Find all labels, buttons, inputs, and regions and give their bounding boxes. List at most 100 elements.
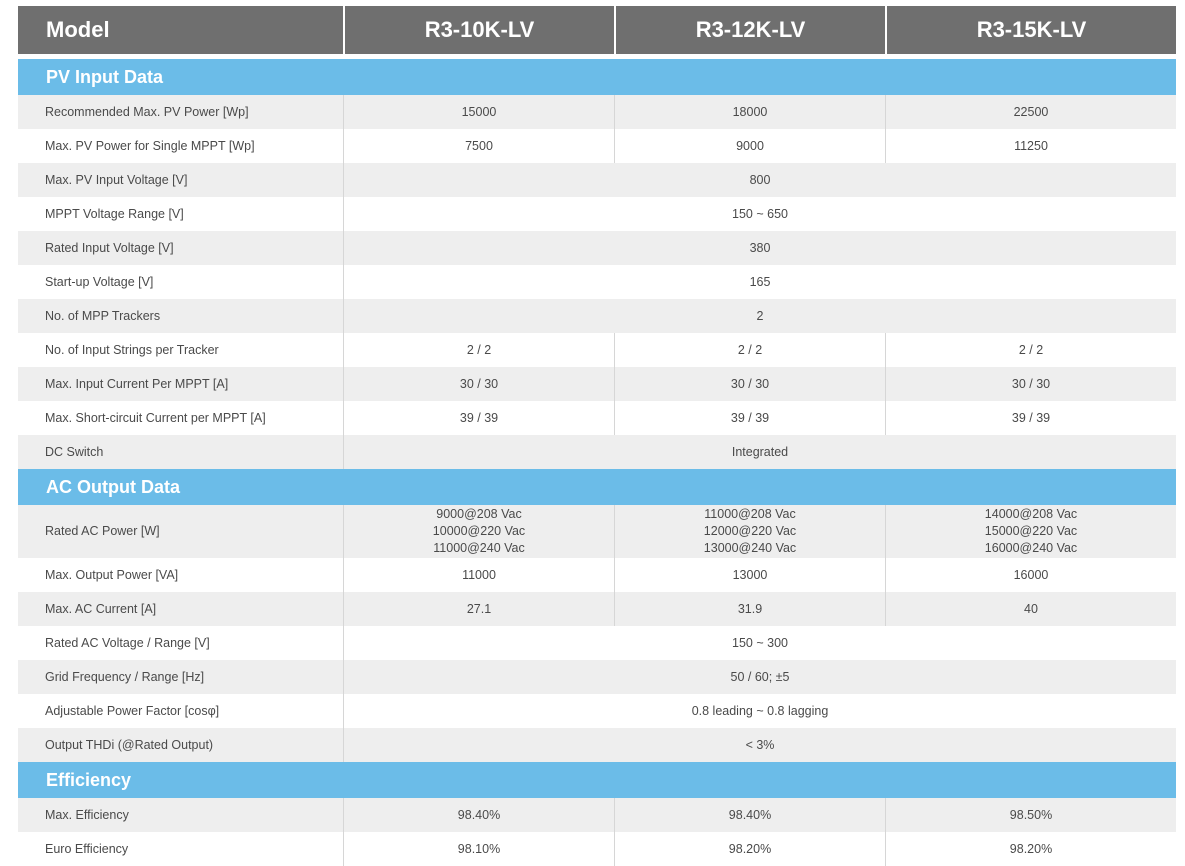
table-row: Rated Input Voltage [V] 380 — [18, 231, 1176, 265]
row-value: 11000 — [343, 558, 614, 592]
row-label: Adjustable Power Factor [cosφ] — [45, 703, 220, 718]
row-label: Max. Input Current Per MPPT [A] — [45, 376, 229, 391]
row-value: 11000@208 Vac 12000@220 Vac 13000@240 Va… — [614, 505, 885, 558]
row-label: Rated AC Voltage / Range [V] — [45, 635, 210, 650]
model-header-label: Model — [46, 17, 110, 43]
row-value: 15000 — [343, 95, 614, 129]
row-label: Rated Input Voltage [V] — [45, 240, 174, 255]
row-value: 11250 — [885, 129, 1176, 163]
value-line: 13000@240 Vac — [703, 540, 797, 555]
row-value: 98.20% — [885, 832, 1176, 866]
row-value: 2 — [343, 299, 1176, 333]
table-row: Output THDi (@Rated Output) < 3% — [18, 728, 1176, 762]
table-row: Max. AC Current [A] 27.1 31.9 40 — [18, 592, 1176, 626]
row-value: 380 — [343, 231, 1176, 265]
row-value: 2 / 2 — [343, 333, 614, 367]
row-value: 50 / 60; ±5 — [343, 660, 1176, 694]
table-header: Model R3-10K-LV R3-12K-LV R3-15K-LV — [18, 6, 1176, 54]
table-row: MPPT Voltage Range [V] 150 ~ 650 — [18, 197, 1176, 231]
row-value: 30 / 30 — [885, 367, 1176, 401]
row-label: No. of Input Strings per Tracker — [45, 342, 219, 357]
row-value: 27.1 — [343, 592, 614, 626]
table-row: Max. PV Input Voltage [V] 800 — [18, 163, 1176, 197]
section-header-pv-input: PV Input Data — [18, 59, 1176, 95]
value-line: 12000@220 Vac — [703, 524, 797, 539]
row-label: Max. Short-circuit Current per MPPT [A] — [45, 410, 266, 425]
table-row: Start-up Voltage [V] 165 — [18, 265, 1176, 299]
table-row: No. of Input Strings per Tracker 2 / 2 2… — [18, 333, 1176, 367]
table-row: Max. Efficiency 98.40% 98.40% 98.50% — [18, 798, 1176, 832]
value-line: 11000@208 Vac — [704, 507, 796, 522]
value-line: 11000@240 Vac — [433, 540, 525, 555]
row-label: Max. PV Input Voltage [V] — [45, 172, 188, 187]
table-row: Rated AC Power [W] 9000@208 Vac 10000@22… — [18, 505, 1176, 558]
section-header-efficiency: Efficiency — [18, 762, 1176, 798]
row-value: Integrated — [343, 435, 1176, 469]
row-value: 31.9 — [614, 592, 885, 626]
row-value: 39 / 39 — [885, 401, 1176, 435]
table-row: Max. PV Power for Single MPPT [Wp] 7500 … — [18, 129, 1176, 163]
table-row: Max. Output Power [VA] 11000 13000 16000 — [18, 558, 1176, 592]
row-value: 39 / 39 — [343, 401, 614, 435]
table-row: Euro Efficiency 98.10% 98.20% 98.20% — [18, 832, 1176, 866]
row-label: Euro Efficiency — [45, 841, 129, 856]
row-value: 9000 — [614, 129, 885, 163]
row-label: MPPT Voltage Range [V] — [45, 206, 184, 221]
value-line: 14000@208 Vac — [984, 507, 1078, 522]
row-label: Start-up Voltage [V] — [45, 274, 154, 289]
table-row: Grid Frequency / Range [Hz] 50 / 60; ±5 — [18, 660, 1176, 694]
row-label: No. of MPP Trackers — [45, 308, 161, 323]
value-line: 10000@220 Vac — [432, 524, 526, 539]
table-row: Rated AC Voltage / Range [V] 150 ~ 300 — [18, 626, 1176, 660]
row-value: 30 / 30 — [614, 367, 885, 401]
row-value: 98.20% — [614, 832, 885, 866]
model-column-header: R3-12K-LV — [614, 6, 885, 54]
table-row: Adjustable Power Factor [cosφ] 0.8 leadi… — [18, 694, 1176, 728]
row-value: 0.8 leading ~ 0.8 lagging — [343, 694, 1176, 728]
row-value: < 3% — [343, 728, 1176, 762]
row-label: Max. PV Power for Single MPPT [Wp] — [45, 138, 255, 153]
row-label: DC Switch — [45, 444, 104, 459]
value-line: 9000@208 Vac — [436, 507, 522, 522]
row-value: 13000 — [614, 558, 885, 592]
row-label: Recommended Max. PV Power [Wp] — [45, 104, 249, 119]
row-label: Output THDi (@Rated Output) — [45, 737, 214, 752]
row-label: Grid Frequency / Range [Hz] — [45, 669, 205, 684]
row-value: 150 ~ 650 — [343, 197, 1176, 231]
row-value: 165 — [343, 265, 1176, 299]
row-value: 39 / 39 — [614, 401, 885, 435]
row-value: 22500 — [885, 95, 1176, 129]
row-value: 40 — [885, 592, 1176, 626]
row-value: 98.40% — [343, 798, 614, 832]
row-value: 2 / 2 — [885, 333, 1176, 367]
model-column-header: R3-15K-LV — [885, 6, 1176, 54]
row-label: Max. Output Power [VA] — [45, 567, 179, 582]
table-row: Max. Input Current Per MPPT [A] 30 / 30 … — [18, 367, 1176, 401]
row-value: 98.50% — [885, 798, 1176, 832]
row-value: 9000@208 Vac 10000@220 Vac 11000@240 Vac — [343, 505, 614, 558]
row-value: 98.10% — [343, 832, 614, 866]
row-value: 800 — [343, 163, 1176, 197]
row-value: 2 / 2 — [614, 333, 885, 367]
table-row: Max. Short-circuit Current per MPPT [A] … — [18, 401, 1176, 435]
row-value: 18000 — [614, 95, 885, 129]
row-value: 98.40% — [614, 798, 885, 832]
row-label: Max. Efficiency — [45, 807, 129, 822]
table-row: Recommended Max. PV Power [Wp] 15000 180… — [18, 95, 1176, 129]
row-value: 16000 — [885, 558, 1176, 592]
table-row: DC Switch Integrated — [18, 435, 1176, 469]
section-header-ac-output: AC Output Data — [18, 469, 1176, 505]
row-value: 14000@208 Vac 15000@220 Vac 16000@240 Va… — [885, 505, 1176, 558]
section-title: Efficiency — [46, 769, 132, 790]
row-label: Rated AC Power [W] — [45, 524, 160, 539]
table-row: No. of MPP Trackers 2 — [18, 299, 1176, 333]
row-value: 150 ~ 300 — [343, 626, 1176, 660]
model-column-header: R3-10K-LV — [343, 6, 614, 54]
section-title: PV Input Data — [46, 66, 164, 87]
value-line: 15000@220 Vac — [984, 524, 1078, 539]
row-value: 7500 — [343, 129, 614, 163]
row-label: Max. AC Current [A] — [45, 601, 157, 616]
spec-table: Model R3-10K-LV R3-12K-LV R3-15K-LV PV I… — [18, 6, 1176, 866]
value-line: 16000@240 Vac — [984, 540, 1078, 555]
row-value: 30 / 30 — [343, 367, 614, 401]
